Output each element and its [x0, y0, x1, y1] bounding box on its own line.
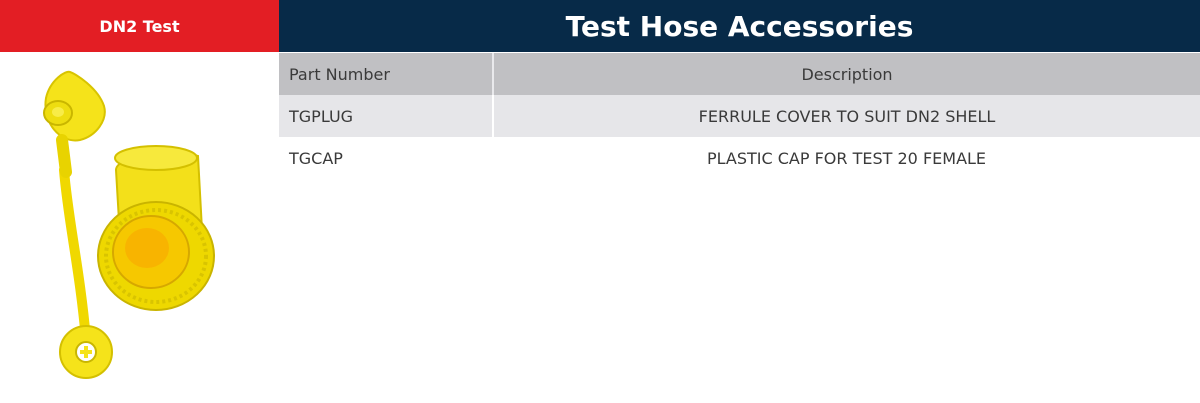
section-tab: DN2 Test — [0, 0, 279, 52]
column-header-part-number: Part Number — [279, 53, 494, 95]
yellow-cap-plug-icon — [43, 70, 215, 379]
product-image — [20, 60, 260, 390]
description-cell: FERRULE COVER TO SUIT DN2 SHELL — [493, 95, 1200, 137]
table-row: TGPLUG FERRULE COVER TO SUIT DN2 SHELL — [279, 95, 1200, 137]
page-title-bar: Test Hose Accessories — [279, 0, 1200, 52]
table-header-row: Part Number Description — [279, 53, 1200, 95]
section-tab-label: DN2 Test — [99, 16, 180, 36]
part-number-cell: TGCAP — [289, 148, 343, 168]
table-row: TGCAP PLASTIC CAP FOR TEST 20 FEMALE — [279, 137, 1200, 179]
column-header-description: Description — [493, 53, 1200, 95]
page-title: Test Hose Accessories — [565, 9, 914, 43]
part-number-cell: TGPLUG — [279, 95, 494, 137]
description-cell: PLASTIC CAP FOR TEST 20 FEMALE — [706, 148, 987, 168]
accessories-table: Part Number Description TGPLUG FERRULE C… — [279, 53, 1200, 179]
